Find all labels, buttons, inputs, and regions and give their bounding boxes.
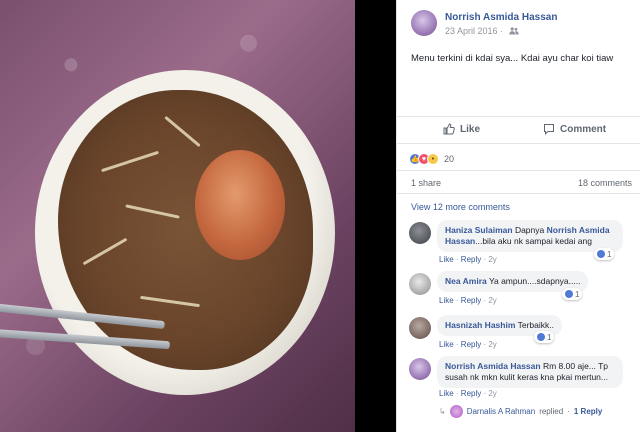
view-more-comments[interactable]: View 12 more comments	[411, 202, 510, 212]
like-label: Like	[460, 123, 481, 135]
comment-like-link[interactable]: Like	[439, 296, 454, 305]
comment-text: Ya ampun....sdapnya.....	[488, 276, 581, 286]
comment-age[interactable]: 2y	[488, 255, 496, 264]
replier-avatar	[449, 405, 463, 418]
like-button[interactable]: Like	[443, 123, 480, 135]
share-count[interactable]: 1 share	[411, 178, 441, 188]
comment-meta: Like · Reply · 2y	[439, 340, 497, 349]
commenter-name[interactable]: Haniza Sulaiman	[445, 225, 513, 235]
like-reaction-icon	[565, 290, 573, 298]
comment-age[interactable]: 2y	[488, 389, 496, 398]
post-photo[interactable]	[0, 0, 355, 432]
replies-summary[interactable]: ↳ Darnalis A Rahman replied · 1 Reply	[439, 405, 602, 418]
comment-item: Haniza Sulaiman Dapnya Norrish Asmida Ha…	[409, 220, 632, 264]
comment-reply-link[interactable]: Reply	[461, 389, 481, 398]
commenter-avatar[interactable]	[409, 273, 431, 295]
post-date-line: 23 April 2016 ·	[445, 26, 519, 36]
comment-bubble: Norrish Asmida Hassan Rm 8.00 aje... Tp …	[437, 356, 623, 388]
comment-age[interactable]: 2y	[488, 340, 496, 349]
reaction-count: 20	[444, 154, 455, 164]
post-panel: Norrish Asmida Hassan 23 April 2016 · Me…	[396, 0, 640, 432]
reply-count[interactable]: 1 Reply	[574, 407, 602, 416]
post-header: Norrish Asmida Hassan 23 April 2016 ·	[411, 10, 632, 40]
commenter-name[interactable]: Nea Amira	[445, 276, 487, 286]
like-reaction-icon	[537, 333, 545, 341]
post-text: Menu terkini di kdai sya... Kdai ayu cha…	[411, 53, 614, 64]
crab	[195, 150, 285, 260]
comment-meta: Like · Reply · 2y	[439, 296, 497, 305]
wow-reaction-icon: •	[427, 153, 439, 165]
comment-text: Terbaikk..	[517, 320, 554, 330]
author-name[interactable]: Norrish Asmida Hassan	[445, 12, 557, 23]
comment-like-link[interactable]: Like	[439, 340, 454, 349]
comment-like-link[interactable]: Like	[439, 255, 454, 264]
commenter-avatar[interactable]	[409, 358, 431, 380]
like-reaction-icon	[597, 250, 605, 258]
friends-icon[interactable]	[508, 27, 519, 35]
photo-viewer: Norrish Asmida Hassan 23 April 2016 · Me…	[0, 0, 640, 432]
comment-item: Nea Amira Ya ampun....sdapnya..... 1 Lik…	[409, 271, 632, 309]
comment-bubble: Haniza Sulaiman Dapnya Norrish Asmida Ha…	[437, 220, 623, 252]
reaction-summary[interactable]: 👍 ♥ • 20	[409, 152, 454, 166]
comment-like-count[interactable]: 1	[594, 248, 615, 260]
thumbs-up-icon	[443, 123, 455, 135]
comment-label: Comment	[560, 123, 607, 135]
comment-button[interactable]: Comment	[543, 123, 606, 135]
post-actions: Like Comment	[397, 116, 640, 144]
stats-row: 1 share 18 comments	[397, 170, 640, 194]
reply-arrow-icon: ↳	[439, 407, 446, 416]
commenter-name[interactable]: Hasnizah Hashim	[445, 320, 515, 330]
comment-like-link[interactable]: Like	[439, 389, 454, 398]
commenter-avatar[interactable]	[409, 222, 431, 244]
comment-reply-link[interactable]: Reply	[461, 255, 481, 264]
comment-reply-link[interactable]: Reply	[461, 340, 481, 349]
comment-meta: Like · Reply · 2y	[439, 255, 497, 264]
comment-meta: Like · Reply · 2y	[439, 389, 497, 398]
commenter-avatar[interactable]	[409, 317, 431, 339]
author-avatar[interactable]	[411, 10, 437, 36]
comment-age[interactable]: 2y	[488, 296, 496, 305]
comment-like-count[interactable]: 1	[534, 331, 555, 343]
comment-count[interactable]: 18 comments	[578, 178, 632, 188]
comment-item: Hasnizah Hashim Terbaikk.. 1 Like · Repl…	[409, 315, 632, 353]
comment-item: Norrish Asmida Hassan Rm 8.00 aje... Tp …	[409, 356, 632, 402]
post-date[interactable]: 23 April 2016	[445, 26, 498, 36]
replied-text: replied	[539, 407, 564, 416]
comment-reply-link[interactable]: Reply	[461, 296, 481, 305]
comment-like-count[interactable]: 1	[562, 288, 583, 300]
replier-name[interactable]: Darnalis A Rahman	[467, 407, 535, 416]
comment-icon	[544, 124, 554, 135]
commenter-name[interactable]: Norrish Asmida Hassan	[445, 361, 541, 371]
